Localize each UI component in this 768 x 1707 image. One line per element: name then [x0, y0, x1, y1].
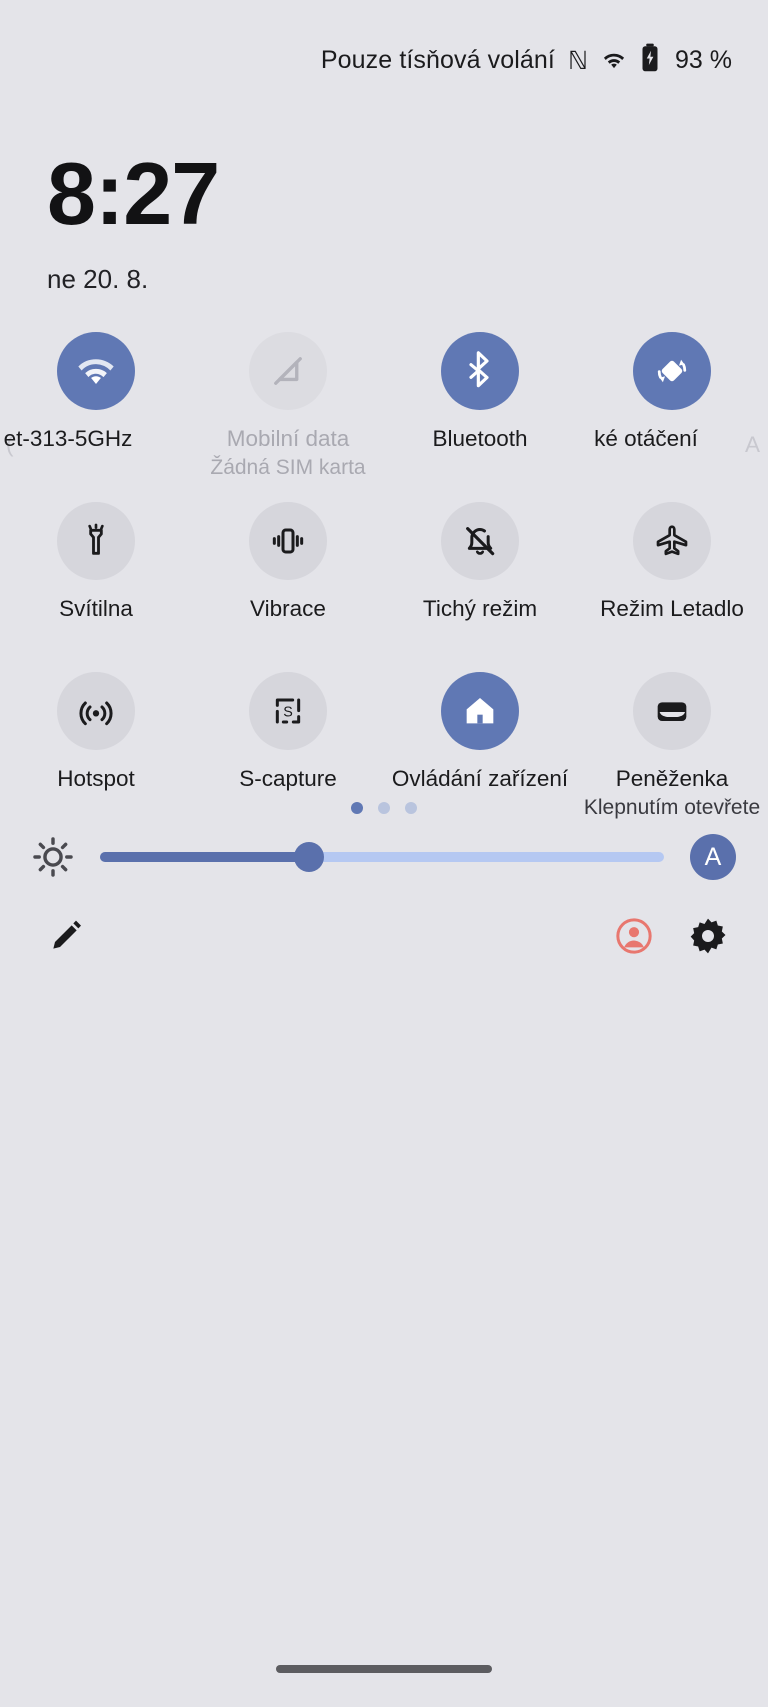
panel-actions — [0, 908, 768, 964]
tile-mobile-data[interactable]: Mobilní data Žádná SIM karta — [192, 332, 384, 502]
tile-flashlight[interactable]: Svítilna — [0, 502, 192, 672]
tile-label: Mobilní data — [226, 426, 350, 451]
tile-s-capture[interactable]: S S-capture — [192, 672, 384, 842]
tile-label: Peněženka — [615, 766, 729, 791]
tile-label: Bluetooth — [432, 426, 528, 451]
quick-settings-row-1: ( et-313-5GHz Mobilní data Žádná SIM kar… — [0, 332, 768, 502]
tile-auto-rotate[interactable]: ké otáčení — [576, 332, 768, 502]
carousel-edge-right: A — [744, 432, 760, 457]
page-dot-2[interactable] — [378, 802, 390, 814]
tile-label: Tichý režim — [422, 596, 538, 621]
tile-wifi[interactable]: et-313-5GHz — [0, 332, 192, 502]
settings-gear-icon[interactable] — [680, 908, 736, 964]
clock-date: ne 20. 8. — [47, 264, 149, 294]
tile-vibrate[interactable]: Vibrace — [192, 502, 384, 672]
wifi-status-icon — [601, 47, 627, 73]
tile-label: Hotspot — [57, 766, 135, 791]
tile-bluetooth[interactable]: Bluetooth — [384, 332, 576, 502]
battery-icon — [640, 43, 660, 78]
airplane-icon[interactable] — [633, 502, 711, 580]
tile-label: et-313-5GHz — [3, 426, 133, 451]
s-capture-icon[interactable]: S — [249, 672, 327, 750]
tile-hotspot[interactable]: Hotspot — [0, 672, 192, 842]
brightness-sun-icon — [30, 834, 76, 880]
vibrate-icon[interactable] — [249, 502, 327, 580]
tile-wallet[interactable]: Peněženka Klepnutím otevřete — [576, 672, 768, 842]
battery-percent-text: 93 % — [675, 45, 732, 74]
nfc-icon: ℕ — [567, 45, 589, 75]
bluetooth-icon[interactable] — [441, 332, 519, 410]
flashlight-icon[interactable] — [57, 502, 135, 580]
tile-label: ké otáčení — [594, 426, 698, 451]
clock-time: 8:27 — [47, 144, 220, 243]
brightness-row: A — [0, 832, 768, 882]
svg-text:S: S — [283, 705, 293, 721]
tile-airplane-mode[interactable]: Režim Letadlo — [576, 502, 768, 672]
tile-label: S-capture — [239, 766, 337, 791]
bell-off-icon[interactable] — [441, 502, 519, 580]
quick-settings-row-2: Svítilna Vibrace Tichý režim Režim Letad… — [0, 502, 768, 672]
status-bar: Pouze tísňová volání ℕ 93 % — [0, 0, 768, 120]
tile-silent-mode[interactable]: Tichý režim — [384, 502, 576, 672]
brightness-slider[interactable] — [100, 842, 664, 872]
carrier-status-text: Pouze tísňová volání — [320, 45, 555, 74]
brightness-slider-fill — [100, 852, 309, 862]
home-icon[interactable] — [441, 672, 519, 750]
clock-area[interactable]: 8:27 ne 20. 8. — [47, 144, 220, 295]
mobile-data-off-icon[interactable] — [249, 332, 327, 410]
auto-rotate-icon[interactable] — [633, 332, 711, 410]
gesture-navigation-bar[interactable] — [276, 1665, 492, 1673]
brightness-slider-thumb[interactable] — [293, 842, 324, 872]
user-account-icon[interactable] — [606, 908, 662, 964]
tile-label: Vibrace — [250, 596, 326, 621]
edit-pencil-icon[interactable] — [38, 908, 94, 964]
wallet-icon[interactable] — [633, 672, 711, 750]
auto-brightness-button[interactable]: A — [690, 834, 736, 880]
page-indicator — [0, 802, 768, 814]
tile-label: Svítilna — [59, 596, 133, 621]
quick-settings-row-3: Hotspot S S-capture Ovládání zařízení Pe… — [0, 672, 768, 842]
hotspot-icon[interactable] — [57, 672, 135, 750]
tile-device-controls[interactable]: Ovládání zařízení — [384, 672, 576, 842]
wifi-icon[interactable] — [57, 332, 135, 410]
tile-sublabel: Žádná SIM karta — [210, 456, 366, 479]
quick-settings-grid: ( et-313-5GHz Mobilní data Žádná SIM kar… — [0, 332, 768, 842]
page-dot-1[interactable] — [351, 802, 363, 814]
page-dot-3[interactable] — [405, 802, 417, 814]
tile-label: Ovládání zařízení — [391, 766, 569, 791]
tile-label: Režim Letadlo — [600, 596, 744, 621]
